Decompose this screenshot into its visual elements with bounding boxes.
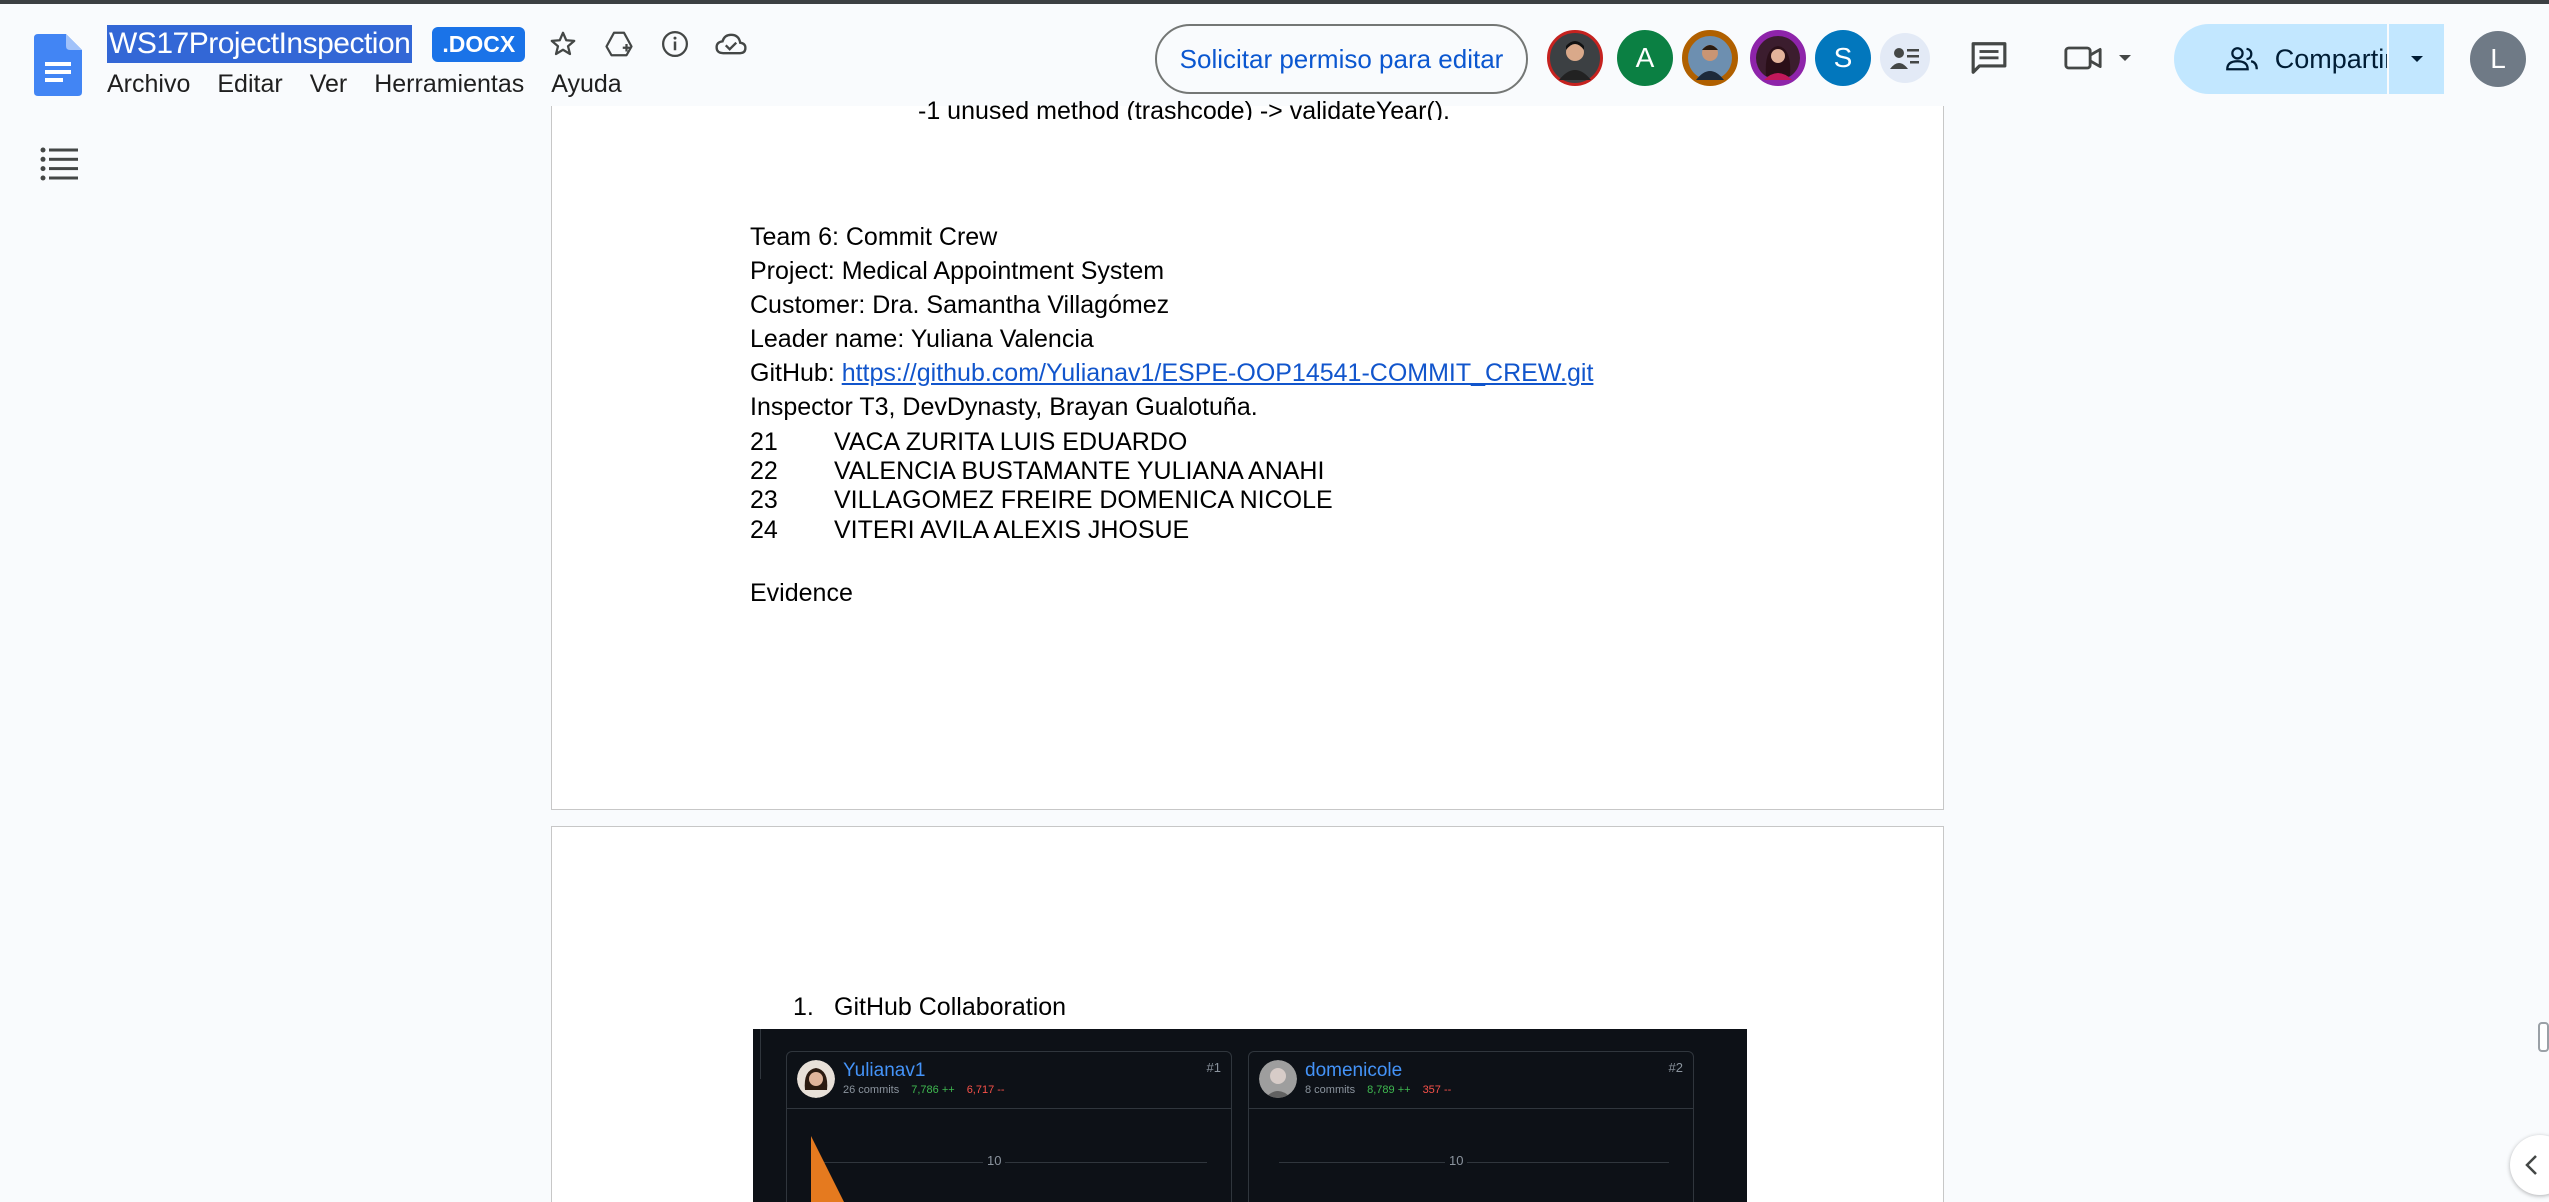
scrollbar-thumb[interactable] [2538,1022,2549,1052]
more-collaborators-icon[interactable] [1880,33,1930,83]
collaborator-avatar-1[interactable] [1547,30,1603,86]
menu-herramientas[interactable]: Herramientas [374,70,524,99]
collaborator-avatar-3[interactable] [1682,30,1738,86]
move-to-drive-icon[interactable] [601,26,637,62]
member-name: VACA ZURITA LUIS EDUARDO [834,428,1188,456]
account-avatar[interactable]: L [2470,31,2526,87]
cut-off-line: -1 unused method (trashcode) -> validate… [918,97,1451,120]
evidence-heading: Evidence [750,579,853,607]
request-edit-access-button[interactable]: Solicitar permiso para editar [1155,24,1528,94]
member-row: 22 VALENCIA BUSTAMANTE YULIANA ANAHI [750,457,1324,486]
collaborator-avatar-4[interactable] [1750,30,1806,86]
contributor-rank: #2 [1668,1060,1683,1075]
menu-bar: Archivo Editar Ver Herramientas Ayuda [107,70,622,99]
chart-tick: 10 [1445,1153,1468,1168]
member-row: 24 VITERI AVILA ALEXIS JHOSUE [750,516,1189,545]
additions-count: 8,789 ++ [1367,1084,1411,1096]
project-line: Project: Medical Appointment System [750,257,1165,285]
list-item-number: 1. [793,993,814,1021]
inspector-line: Inspector T3, DevDynasty, Brayan Gualotu… [750,393,1258,421]
deletions-count: 357 -- [1422,1084,1452,1096]
title-row: WS17ProjectInspection .DOCX [107,24,749,64]
chevron-left-icon [2525,1155,2537,1175]
member-name: VALENCIA BUSTAMANTE YULIANA ANAHI [834,457,1325,485]
document-outline-icon[interactable] [40,146,80,182]
contributor-avatar [1259,1060,1297,1098]
people-icon [2225,47,2258,71]
github-label: GitHub: [750,359,842,387]
github-line: GitHub: https://github.com/Yulianav1/ESP… [750,356,1593,390]
card-divider [1249,1108,1693,1109]
contributor-stats: 8 commits 8,789 ++ 357 -- [1305,1084,1451,1096]
member-number: 22 [750,457,778,485]
top-app-bar: WS17ProjectInspection .DOCX Archivo Edit… [0,0,2549,106]
member-number: 23 [750,486,778,514]
menu-ver[interactable]: Ver [310,70,348,99]
customer-line: Customer: Dra. Samantha Villagómez [750,291,1170,319]
contributor-rank: #1 [1206,1060,1221,1075]
star-icon[interactable] [545,26,581,62]
leader-line: Leader name: Yuliana Valencia [750,325,1094,353]
commit-count: 26 commits [843,1084,900,1096]
collaborator-avatar-5[interactable]: S [1815,30,1871,86]
member-name: VILLAGOMEZ FREIRE DOMENICA NICOLE [834,486,1333,514]
contributor-stats: 26 commits 7,786 ++ 6,717 -- [843,1084,1005,1096]
list-item-text: GitHub Collaboration [834,993,1067,1021]
cloud-saved-icon[interactable] [713,26,749,62]
member-number: 21 [750,428,778,456]
share-label: Compartir [2274,43,2394,74]
chevron-down-icon [2119,55,2131,61]
document-title[interactable]: WS17ProjectInspection [107,25,413,63]
contributor-card: domenicole #2 8 commits 8,789 ++ 357 -- 10 [1248,1051,1694,1202]
contributor-avatar [797,1060,835,1098]
contributor-activity-chart [811,1136,844,1202]
caret-down-icon [2410,56,2423,62]
collaborator-avatar-2[interactable]: A [1617,30,1673,86]
image-edge [753,1029,761,1079]
commit-count: 8 commits [1305,1084,1356,1096]
side-panel-toggle[interactable] [2510,1135,2549,1195]
docx-format-badge: .DOCX [432,26,526,62]
menu-ayuda[interactable]: Ayuda [551,70,621,99]
menu-editar[interactable]: Editar [217,70,282,99]
team-line: Team 6: Commit Crew [750,223,998,251]
contributor-card: Yulianav1 #1 26 commits 7,786 ++ 6,717 -- … [786,1051,1232,1202]
meet-video-icon[interactable] [2058,34,2138,82]
docs-logo-icon[interactable] [34,34,82,96]
chart-gridline [1279,1162,1669,1163]
github-contributors-screenshot[interactable]: Yulianav1 #1 26 commits 7,786 ++ 6,717 -- … [753,1029,1747,1202]
contributor-name: Yulianav1 [843,1060,926,1081]
comments-icon[interactable] [1965,34,2013,82]
menu-archivo[interactable]: Archivo [107,70,190,99]
info-icon[interactable] [657,26,693,62]
member-row: 21 VACA ZURITA LUIS EDUARDO [750,428,1187,457]
deletions-count: 6,717 -- [966,1084,1005,1096]
member-number: 24 [750,516,778,544]
contributor-name: domenicole [1305,1060,1403,1081]
additions-count: 7,786 ++ [911,1084,955,1096]
member-row: 23 VILLAGOMEZ FREIRE DOMENICA NICOLE [750,486,1333,515]
github-link[interactable]: https://github.com/Yulianav1/ESPE-OOP145… [842,359,1594,387]
member-name: VITERI AVILA ALEXIS JHOSUE [834,516,1190,544]
